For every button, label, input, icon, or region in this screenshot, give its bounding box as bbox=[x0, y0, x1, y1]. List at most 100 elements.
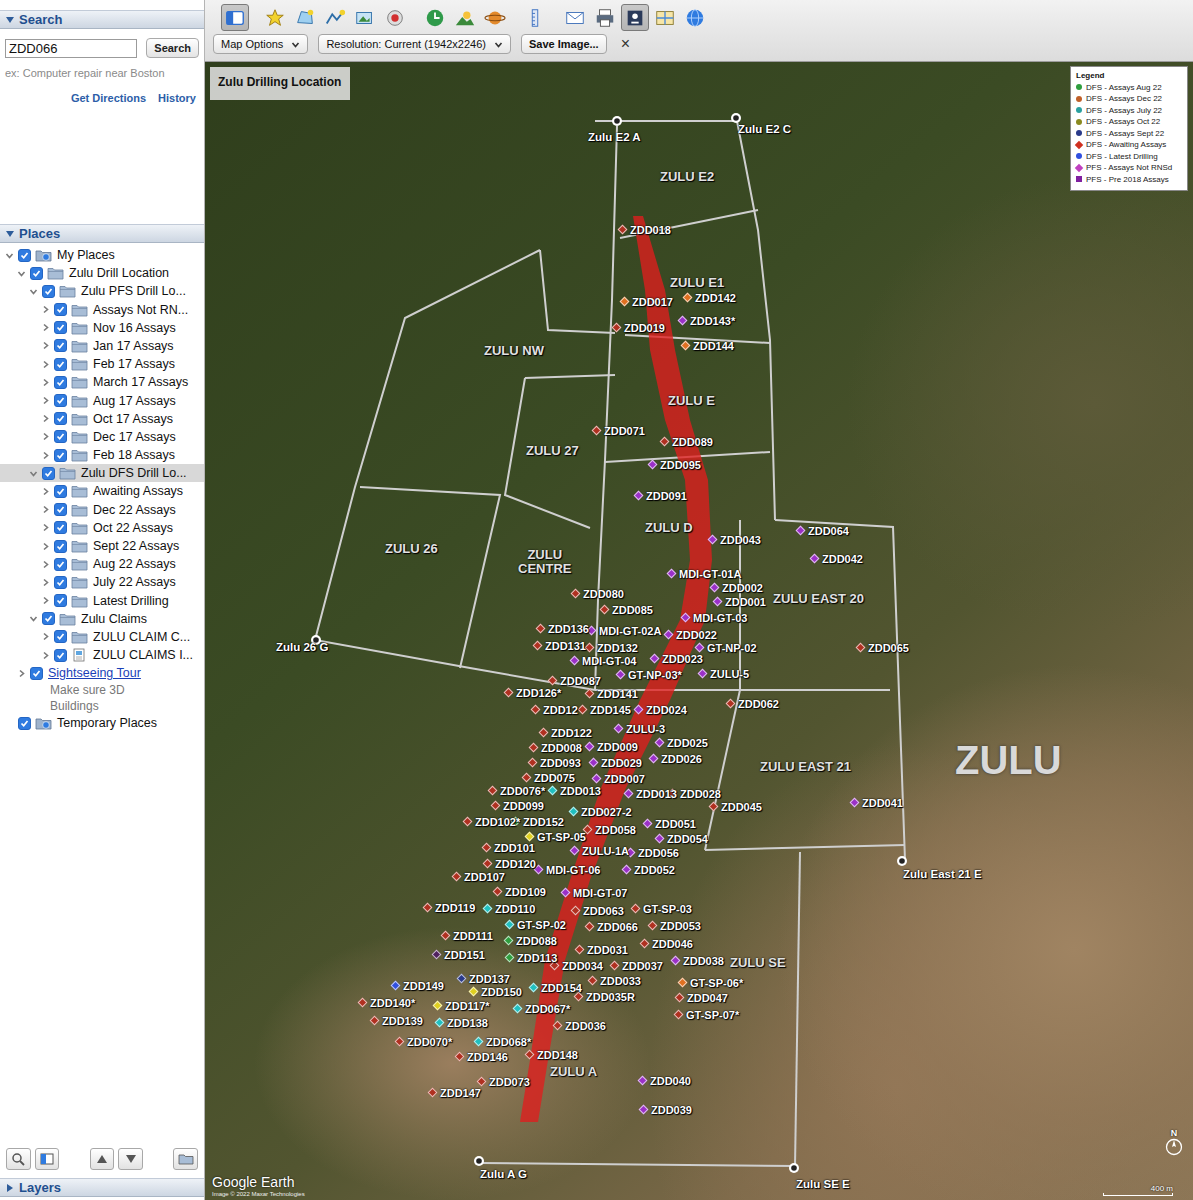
tree-item-label[interactable]: Nov 16 Assays bbox=[93, 321, 176, 335]
drill-hole-marker[interactable] bbox=[395, 1037, 405, 1047]
tree-checkbox[interactable] bbox=[30, 667, 43, 680]
drill-hole-label[interactable]: ZDD109 bbox=[505, 886, 546, 898]
tree-checkbox[interactable] bbox=[54, 449, 67, 462]
expand-chevron-icon[interactable] bbox=[41, 596, 50, 605]
drill-hole-label[interactable]: GT-SP-05 bbox=[537, 831, 586, 843]
tree-item-label[interactable]: Aug 17 Assays bbox=[93, 394, 176, 408]
drill-hole-marker[interactable] bbox=[463, 817, 473, 827]
drill-hole-marker[interactable] bbox=[477, 1077, 487, 1087]
drill-hole-label[interactable]: ZDD142 bbox=[695, 292, 736, 304]
drill-hole-label[interactable]: ZDD002 bbox=[722, 582, 763, 594]
drill-hole-marker[interactable] bbox=[435, 1018, 445, 1028]
expand-chevron-icon[interactable] bbox=[41, 487, 50, 496]
tree-item-label[interactable]: Jan 17 Assays bbox=[93, 339, 174, 353]
search-places-button[interactable] bbox=[6, 1148, 31, 1170]
drill-hole-marker[interactable] bbox=[634, 491, 644, 501]
dropdown-chevron-icon[interactable] bbox=[291, 40, 300, 49]
drill-hole-label[interactable]: ZDD022 bbox=[676, 629, 717, 641]
drill-hole-marker[interactable] bbox=[610, 961, 620, 971]
drill-hole-marker[interactable] bbox=[504, 688, 514, 698]
drill-hole-marker[interactable] bbox=[726, 699, 736, 709]
drill-hole-label[interactable]: ZULU-5 bbox=[710, 668, 749, 680]
drill-hole-label[interactable]: ZDD042 bbox=[822, 553, 863, 565]
drill-hole-marker[interactable] bbox=[622, 865, 632, 875]
tree-checkbox[interactable] bbox=[42, 467, 55, 480]
drill-hole-marker[interactable] bbox=[570, 846, 580, 856]
drill-hole-label[interactable]: ZDD017 bbox=[632, 296, 673, 308]
tree-item[interactable]: My Places bbox=[0, 246, 204, 264]
tree-item[interactable]: Sightseeing TourMake sure 3D Buildings bbox=[0, 664, 204, 714]
drill-hole-label[interactable]: MDI-GT-07 bbox=[573, 887, 627, 899]
tree-item-label[interactable]: ZULU CLAIM C... bbox=[93, 630, 190, 644]
drill-hole-marker[interactable] bbox=[681, 341, 691, 351]
drill-hole-marker[interactable] bbox=[631, 904, 641, 914]
drill-hole-label[interactable]: ZDD018 bbox=[630, 224, 671, 236]
drill-hole-marker[interactable] bbox=[709, 802, 719, 812]
drill-hole-label[interactable]: ZDD008 bbox=[541, 742, 582, 754]
drill-hole-label[interactable]: ZDD019 bbox=[624, 322, 665, 334]
drill-hole-label[interactable]: ZDD001 bbox=[725, 596, 766, 608]
drill-hole-label[interactable]: ZDD120 bbox=[495, 858, 536, 870]
expand-chevron-icon[interactable] bbox=[41, 578, 50, 587]
drill-hole-label[interactable]: ZDD147 bbox=[440, 1087, 481, 1099]
save-image-button[interactable]: Save Image... bbox=[521, 34, 607, 54]
corner-marker[interactable] bbox=[731, 113, 741, 123]
drill-hole-label[interactable]: ZDD038 bbox=[683, 955, 724, 967]
corner-marker[interactable] bbox=[474, 1156, 484, 1166]
drill-hole-marker[interactable] bbox=[649, 754, 659, 764]
tree-checkbox[interactable] bbox=[42, 612, 55, 625]
drill-hole-marker[interactable] bbox=[674, 1010, 684, 1020]
drill-hole-marker[interactable] bbox=[358, 998, 368, 1008]
tree-checkbox[interactable] bbox=[54, 503, 67, 516]
drill-hole-marker[interactable] bbox=[592, 774, 602, 784]
drill-hole-label[interactable]: MDI-GT-01A bbox=[679, 568, 741, 580]
tree-item[interactable]: Latest Drilling bbox=[0, 592, 204, 610]
drill-hole-label[interactable]: ZDD062 bbox=[738, 698, 779, 710]
drill-hole-marker[interactable] bbox=[553, 1021, 563, 1031]
drill-hole-marker[interactable] bbox=[648, 460, 658, 470]
search-link[interactable]: Get Directions bbox=[71, 92, 146, 104]
drill-hole-marker[interactable] bbox=[614, 724, 624, 734]
expand-chevron-icon[interactable] bbox=[41, 523, 50, 532]
drill-hole-label[interactable]: ZDD073 bbox=[489, 1076, 530, 1088]
expand-chevron-icon[interactable] bbox=[29, 614, 38, 623]
drill-hole-label[interactable]: ZDD029 bbox=[601, 757, 642, 769]
drill-hole-marker[interactable] bbox=[585, 643, 595, 653]
drill-hole-label[interactable]: ZDD065 bbox=[868, 642, 909, 654]
resolution-dropdown[interactable]: Resolution: Current (1942x2246) bbox=[318, 34, 511, 54]
tree-item-label[interactable]: ZULU CLAIMS I... bbox=[93, 648, 193, 662]
drill-hole-marker[interactable] bbox=[432, 950, 442, 960]
expand-chevron-icon[interactable] bbox=[41, 341, 50, 350]
drill-hole-marker[interactable] bbox=[600, 605, 610, 615]
tree-item-label[interactable]: July 22 Assays bbox=[93, 575, 176, 589]
tree-item[interactable]: Jan 17 Assays bbox=[0, 337, 204, 355]
drill-hole-label[interactable]: ZDD058 bbox=[595, 824, 636, 836]
drill-hole-label[interactable]: ZDD068* bbox=[486, 1036, 531, 1048]
toggle-triangle-icon[interactable] bbox=[5, 15, 15, 25]
drill-hole-marker[interactable] bbox=[796, 526, 806, 536]
corner-marker[interactable] bbox=[612, 116, 622, 126]
search-button[interactable]: Search bbox=[146, 38, 199, 58]
drill-hole-marker[interactable] bbox=[618, 225, 628, 235]
tree-checkbox[interactable] bbox=[54, 321, 67, 334]
drill-hole-label[interactable]: ZDD110 bbox=[495, 903, 535, 915]
tree-item-label[interactable]: March 17 Assays bbox=[93, 375, 188, 389]
tool-button[interactable] bbox=[651, 4, 679, 31]
expand-chevron-icon[interactable] bbox=[17, 669, 26, 678]
drill-hole-marker[interactable] bbox=[571, 589, 581, 599]
tool-button[interactable] bbox=[381, 4, 409, 31]
tool-button[interactable] bbox=[481, 4, 509, 31]
drill-hole-label[interactable]: ZDD013 bbox=[560, 785, 601, 797]
tree-checkbox[interactable] bbox=[54, 394, 67, 407]
tree-item[interactable]: Dec 17 Assays bbox=[0, 428, 204, 446]
drill-hole-marker[interactable] bbox=[578, 705, 588, 715]
expand-chevron-icon[interactable] bbox=[41, 432, 50, 441]
drill-hole-marker[interactable] bbox=[548, 786, 558, 796]
drill-hole-label[interactable]: ZDD141 bbox=[597, 688, 638, 700]
drill-hole-label[interactable]: ZDD085 bbox=[612, 604, 653, 616]
drill-hole-marker[interactable] bbox=[452, 872, 462, 882]
tree-checkbox[interactable] bbox=[54, 576, 67, 589]
tree-item[interactable]: Temporary Places bbox=[0, 714, 204, 732]
drill-hole-label[interactable]: ZDD027-2 bbox=[581, 806, 632, 818]
drill-hole-marker[interactable] bbox=[655, 834, 665, 844]
